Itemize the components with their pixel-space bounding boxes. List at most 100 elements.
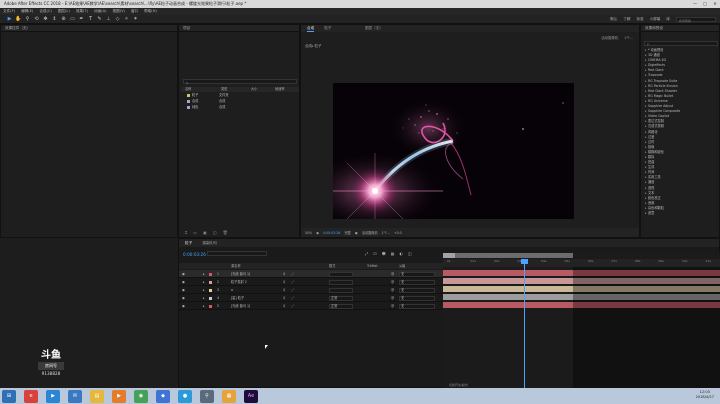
timeline-layer-row[interactable]: ◉ ▸ 1 [光线 伽马 1] ⚲ ／ @ 无 <box>179 270 443 278</box>
pen-tool-icon[interactable]: ✒ <box>78 16 85 23</box>
parent-pickwhip-icon[interactable]: @ <box>391 294 394 302</box>
effects-presets-tab[interactable]: 效果和预设 <box>641 25 719 32</box>
expand-triangle-icon[interactable]: ▸ <box>203 270 205 278</box>
timeline-layer-row[interactable]: ◉ ▸ 2 粒子发射 2 ⚲ ／ @ 无 <box>179 278 443 286</box>
zoom-tool-icon[interactable]: ⚲ <box>24 16 31 23</box>
work-area-start-handle[interactable] <box>443 253 455 258</box>
browser2-icon[interactable]: ◉ <box>134 389 148 403</box>
parent-pickwhip-icon[interactable]: @ <box>391 286 394 294</box>
column-framerate[interactable]: 帧速率 <box>271 87 285 92</box>
layer-name[interactable]: [光线 伽马 1] <box>231 302 250 310</box>
layer-switch-icon[interactable]: ⚲ <box>283 270 285 278</box>
graph-editor-icon[interactable]: ◫ <box>408 251 412 256</box>
system-clock[interactable]: 12:03 2018/4/27 <box>696 390 714 400</box>
magnification-dropdown[interactable]: 50% <box>305 231 312 235</box>
timeline-layer-row[interactable]: ◉ ▸ 5 [光线 伽马 1] ⚲ ／ 正常 @ 无 <box>179 302 443 310</box>
label-color-swatch[interactable] <box>209 280 212 284</box>
workspace-standard[interactable]: 标准 <box>636 16 643 23</box>
snapshot-icon[interactable]: ◉ <box>316 231 319 235</box>
workspace-default[interactable]: 默认 <box>610 16 617 23</box>
parent-pickwhip-icon[interactable]: @ <box>391 302 394 310</box>
parent-pickwhip-icon[interactable]: @ <box>391 278 394 286</box>
expand-triangle-icon[interactable]: ▸ <box>203 286 205 294</box>
motion-blur-icon[interactable]: ◐ <box>400 251 404 256</box>
parent-dropdown[interactable]: 无 <box>399 303 435 309</box>
column-size[interactable]: 大小 <box>247 87 271 92</box>
hand-tool-icon[interactable]: ✋ <box>15 16 22 23</box>
menu-layer[interactable]: 图层(L) <box>58 9 70 14</box>
label-color-swatch[interactable] <box>209 272 212 276</box>
mode-dropdown[interactable] <box>329 287 353 293</box>
mode-dropdown[interactable] <box>329 279 353 285</box>
menu-window[interactable]: 窗口 <box>131 9 138 14</box>
toggle-switches-modes[interactable]: 切换开关/模式 <box>449 383 468 387</box>
media-icon[interactable]: ▶ <box>46 389 60 403</box>
layer-switch-icon[interactable]: ⚲ <box>283 302 285 310</box>
active-camera-dropdown[interactable]: 活动摄像机 <box>362 230 378 235</box>
new-folder-icon[interactable]: ▭ <box>193 230 197 235</box>
browser-icon[interactable]: e <box>24 389 38 403</box>
current-time-display[interactable]: 0:00:03:26 <box>323 231 340 235</box>
tab-render-queue[interactable]: 渲染队列 <box>202 241 216 246</box>
work-area-bar[interactable] <box>443 253 573 258</box>
menu-animation[interactable]: 动画(A) <box>94 9 106 14</box>
minimize-button[interactable]: — <box>690 0 700 8</box>
layer-name[interactable]: a <box>231 286 233 294</box>
mode-dropdown[interactable] <box>329 271 353 277</box>
comp-breadcrumb[interactable]: 合成▸ 粒子 <box>305 43 321 48</box>
layer-fx-icon[interactable]: ／ <box>291 294 294 302</box>
pan-tool-icon[interactable]: ✥ <box>42 16 49 23</box>
parent-pickwhip-icon[interactable]: @ <box>391 270 394 278</box>
parent-dropdown[interactable]: 无 <box>399 279 435 285</box>
type-tool-icon[interactable]: T <box>87 16 94 23</box>
visibility-eye-icon[interactable]: ◉ <box>182 286 185 294</box>
composition-viewer[interactable] <box>333 83 574 219</box>
visibility-eye-icon[interactable]: ◉ <box>182 278 185 286</box>
workspace-small-screen[interactable]: 小屏幕 <box>650 16 661 23</box>
orbit-tool-icon[interactable]: ⟲ <box>33 16 40 23</box>
timeline-track-area[interactable]: 0s01s02s03s04s05s06s07s08s09s10s11s <box>443 253 720 389</box>
project-item[interactable]: 合成 合成 <box>181 99 299 104</box>
column-mode[interactable]: 模式 <box>329 263 335 269</box>
player-icon[interactable]: ▶ <box>112 389 126 403</box>
menu-help[interactable]: 帮助(H) <box>144 9 157 14</box>
layer-name[interactable]: [星] 粒子 <box>231 294 244 302</box>
project-search-input[interactable]: ρ. <box>183 79 297 85</box>
visibility-eye-icon[interactable]: ◉ <box>182 294 185 302</box>
column-trkmat[interactable]: TrkMat <box>367 263 378 269</box>
roto-tool-icon[interactable]: ✧ <box>123 16 130 23</box>
mode-dropdown[interactable]: 正常 <box>329 303 353 309</box>
interpret-footage-icon[interactable]: ⌗ <box>185 230 187 235</box>
brush-tool-icon[interactable]: ✎ <box>96 16 103 23</box>
expand-triangle-icon[interactable]: ▸ <box>203 294 205 302</box>
effects-search-input[interactable]: ρ. <box>644 41 718 46</box>
rectangle-tool-icon[interactable]: ▭ <box>69 16 76 23</box>
explorer-icon[interactable]: ▦ <box>222 389 236 403</box>
visibility-eye-icon[interactable]: ◉ <box>182 302 185 310</box>
parent-dropdown[interactable]: 无 <box>399 287 435 293</box>
views-dropdown[interactable]: 1个... <box>382 230 390 235</box>
layer-panel-tab[interactable]: 图层（无） <box>365 25 383 32</box>
frame-blend-icon[interactable]: ▦ <box>391 251 395 256</box>
exposure-value[interactable]: +0.0 <box>394 231 402 235</box>
menu-file[interactable]: 文件(F) <box>3 9 15 14</box>
qq-icon[interactable]: ● <box>178 389 192 403</box>
column-source-name[interactable]: 源名称 <box>231 263 241 269</box>
pan-behind-tool-icon[interactable]: ⊕ <box>60 16 67 23</box>
layer-switch-icon[interactable]: ⚲ <box>283 278 285 286</box>
maximize-button[interactable]: □ <box>700 0 710 8</box>
workspace-learn[interactable]: 了解 <box>623 16 630 23</box>
folder-icon[interactable]: ▤ <box>90 389 104 403</box>
region-of-interest-icon[interactable]: ▣ <box>355 231 358 235</box>
menu-composition[interactable]: 合成(C) <box>39 9 52 14</box>
trash-icon[interactable]: 🗑 <box>223 230 228 235</box>
parent-dropdown[interactable]: 无 <box>399 271 435 277</box>
layer-fx-icon[interactable]: ／ <box>291 270 294 278</box>
layer-fx-icon[interactable]: ／ <box>291 286 294 294</box>
timeline-current-time[interactable]: 0:00:03:26 <box>183 252 206 257</box>
layer-fx-icon[interactable]: ／ <box>291 278 294 286</box>
menu-edit[interactable]: 编辑(E) <box>21 9 33 14</box>
tab-particles[interactable]: 粒子 <box>324 26 331 31</box>
visibility-eye-icon[interactable]: ◉ <box>182 270 185 278</box>
project-item[interactable]: 粒子 文件夹 <box>181 93 299 98</box>
